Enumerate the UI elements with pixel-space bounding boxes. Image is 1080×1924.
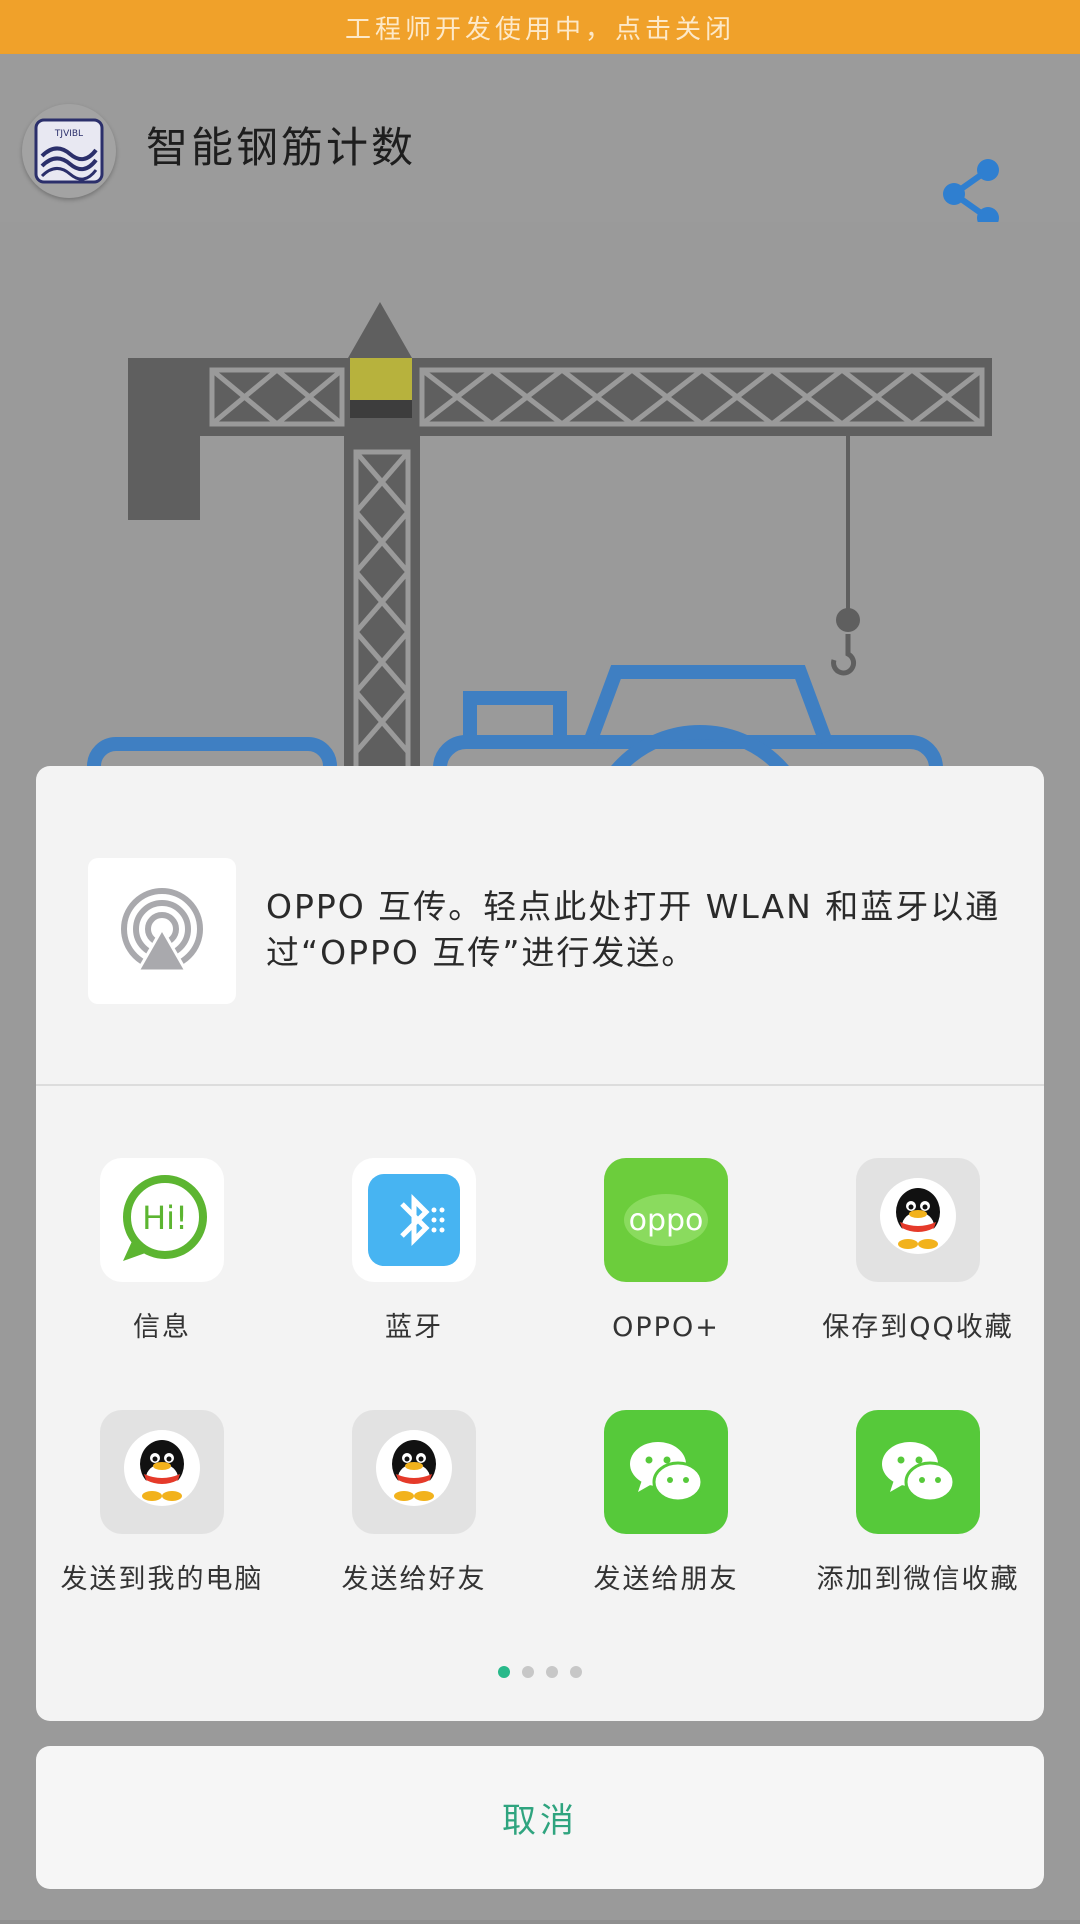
page-indicator: [36, 1666, 1044, 1678]
bluetooth-icon: [368, 1174, 460, 1266]
share-target-message[interactable]: Hi! 信息: [36, 1158, 288, 1358]
dev-mode-banner-text: 工程师开发使用中，点击关闭: [344, 14, 735, 45]
page-dot[interactable]: [570, 1666, 582, 1678]
share-target-qq-friend[interactable]: 发送给好友: [288, 1410, 540, 1610]
share-target-qq-my-computer[interactable]: 发送到我的电脑: [36, 1410, 288, 1630]
cancel-button-label: 取消: [502, 1801, 578, 1841]
oppo-share-icon: [88, 858, 236, 1004]
message-hi-icon: Hi!: [100, 1158, 224, 1282]
share-target-label: 保存到QQ收藏: [822, 1312, 1014, 1343]
oppo-share-text: OPPO 互传。轻点此处打开 WLAN 和蓝牙以通过“OPPO 互传”进行发送。: [266, 887, 1001, 972]
wechat-icon: [604, 1410, 728, 1534]
share-target-label: 发送给好友: [341, 1564, 487, 1595]
app-logo: TJVIBL: [22, 104, 116, 198]
oppo-share-row[interactable]: OPPO 互传。轻点此处打开 WLAN 和蓝牙以通过“OPPO 互传”进行发送。: [36, 766, 1044, 1084]
share-target-oppo-plus[interactable]: oppo OPPO+: [540, 1158, 792, 1358]
share-target-qq-favorites[interactable]: 保存到QQ收藏: [792, 1158, 1044, 1378]
share-target-label: 蓝牙: [385, 1312, 443, 1343]
share-button[interactable]: [940, 158, 1004, 230]
page-dot[interactable]: [522, 1666, 534, 1678]
page-dot[interactable]: [498, 1666, 510, 1678]
app-bar: TJVIBL 智能钢筋计数: [0, 54, 1080, 229]
bluetooth-icon-tile: [352, 1158, 476, 1282]
share-target-label: 添加到微信收藏: [816, 1564, 1020, 1595]
share-target-wechat-friend[interactable]: 发送给朋友: [540, 1410, 792, 1610]
page-dot[interactable]: [546, 1666, 558, 1678]
qq-icon: [352, 1410, 476, 1534]
share-target-label: 发送到我的电脑: [60, 1564, 264, 1595]
share-target-label: 信息: [133, 1312, 191, 1343]
share-sheet: OPPO 互传。轻点此处打开 WLAN 和蓝牙以通过“OPPO 互传”进行发送。…: [36, 766, 1044, 1721]
share-target-wechat-favorites[interactable]: 添加到微信收藏: [792, 1410, 1044, 1630]
app-title: 智能钢筋计数: [146, 123, 417, 172]
cancel-button[interactable]: 取消: [36, 1746, 1044, 1889]
app-logo-text: TJVIBL: [54, 129, 83, 139]
divider: [36, 1084, 1044, 1086]
qq-icon: [856, 1158, 980, 1282]
wechat-icon: [856, 1410, 980, 1534]
oppo-icon: oppo: [604, 1158, 728, 1282]
share-icon: [943, 159, 999, 229]
share-target-label: 发送给朋友: [593, 1564, 739, 1595]
share-target-label: OPPO+: [612, 1312, 720, 1343]
share-target-bluetooth[interactable]: 蓝牙: [288, 1158, 540, 1358]
dev-mode-banner[interactable]: 工程师开发使用中，点击关闭: [0, 0, 1080, 54]
qq-icon: [100, 1410, 224, 1534]
message-bubble-text: Hi!: [142, 1199, 188, 1237]
oppo-icon-text: oppo: [629, 1203, 704, 1238]
